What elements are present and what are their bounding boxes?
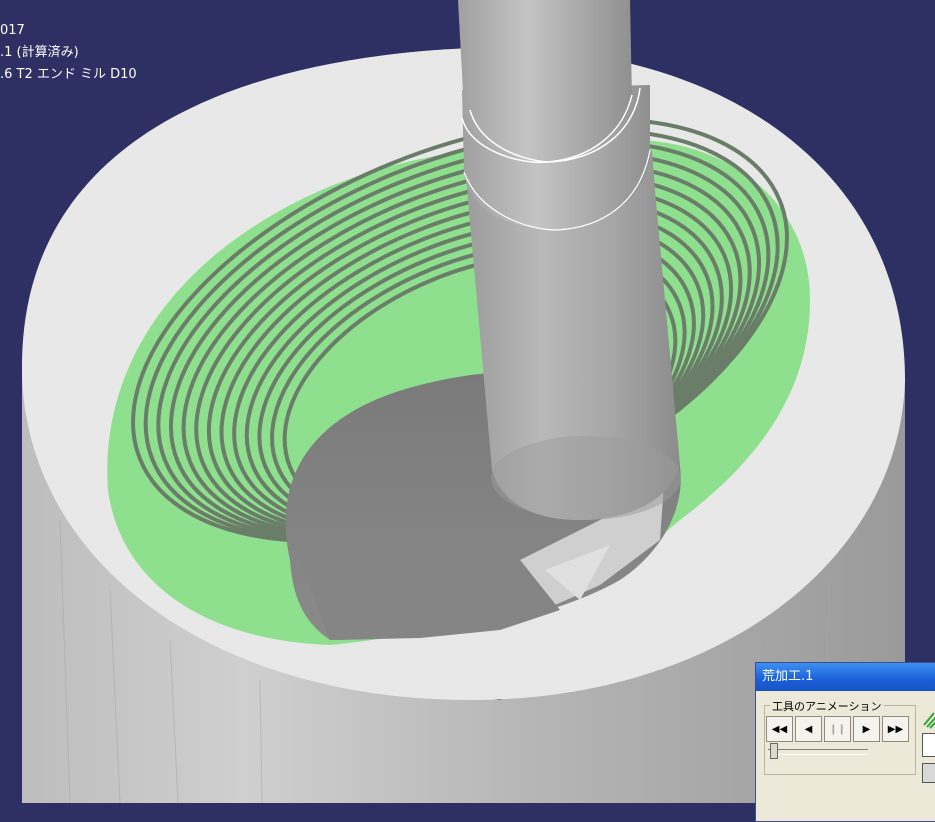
dialog-side-button[interactable]	[922, 763, 935, 783]
rewind-button[interactable]: ◀◀	[766, 716, 793, 742]
tool-animation-label: 工具のアニメーション	[770, 698, 884, 714]
hud-line-3: .6 T2 エンド ミル D10	[0, 67, 137, 82]
pause-icon: ❙❙	[829, 723, 846, 735]
end-mill-shank	[458, 0, 632, 162]
pause-button[interactable]: ❙❙	[824, 716, 851, 742]
fast-forward-button[interactable]: ▶▶	[882, 716, 909, 742]
play-button[interactable]: ▶	[853, 716, 880, 742]
tree-info-overlay: 017 .1 (計算済み) .6 T2 エンド ミル D10	[0, 20, 137, 86]
animation-slider-thumb[interactable]	[770, 743, 778, 759]
step-back-button[interactable]: ◀	[795, 716, 822, 742]
roughing-dialog: 荒加工.1 工具のアニメーション ◀◀ ◀ ❙❙ ▶ ▶▶	[755, 662, 935, 822]
video-icon[interactable]	[922, 733, 935, 757]
fast-forward-icon: ▶▶	[887, 723, 904, 735]
hud-line-1: 017	[0, 23, 25, 38]
hud-line-2: .1 (計算済み)	[0, 45, 79, 60]
play-icon: ▶	[862, 723, 871, 735]
rewind-icon: ◀◀	[771, 723, 788, 735]
step-back-icon: ◀	[804, 723, 813, 735]
playback-controls: ◀◀ ◀ ❙❙ ▶ ▶▶	[766, 716, 909, 742]
toolpath-icon[interactable]	[922, 709, 935, 729]
dialog-title[interactable]: 荒加工.1	[756, 663, 935, 691]
animation-slider-track[interactable]	[768, 749, 868, 755]
